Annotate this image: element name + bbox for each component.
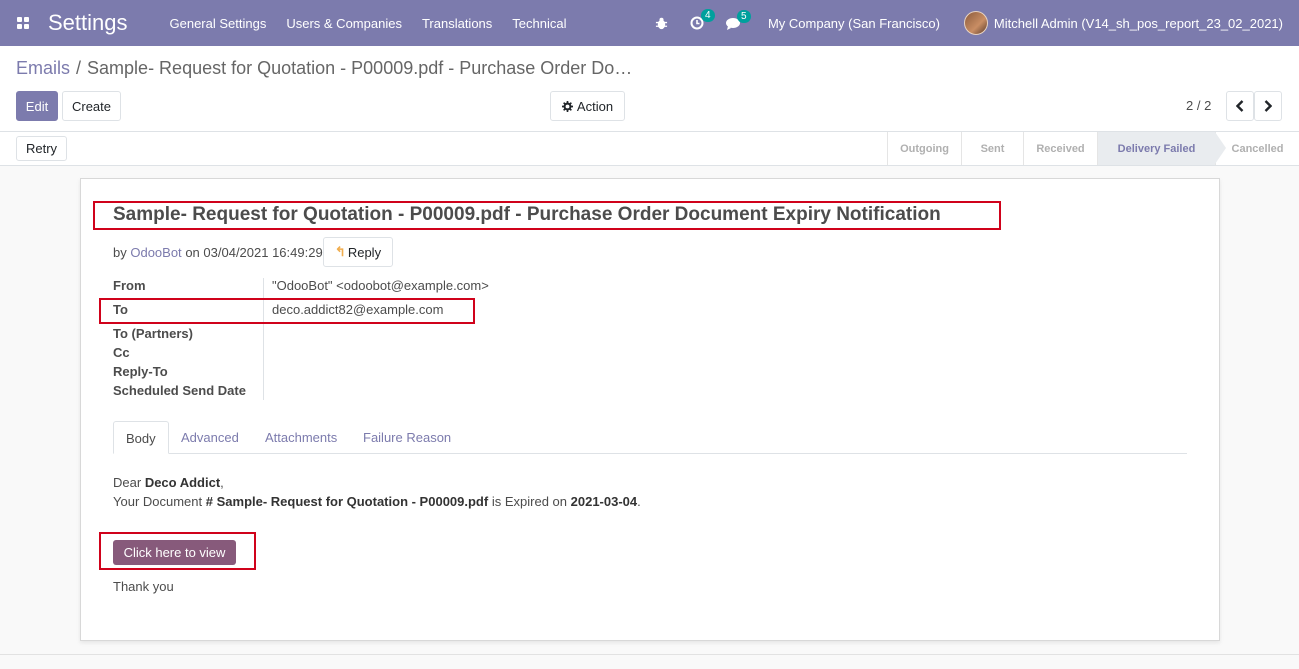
status-stages: Outgoing Sent Received Delivery Failed C… bbox=[887, 132, 1299, 165]
breadcrumb-current: Sample- Request for Quotation - P00009.p… bbox=[87, 58, 633, 78]
click-here-to-view-button[interactable]: Click here to view bbox=[113, 540, 236, 565]
reply-button[interactable]: ↰ Reply bbox=[323, 237, 393, 267]
activity-count-badge: 4 bbox=[700, 9, 715, 22]
top-navbar: Settings General Settings Users & Compan… bbox=[0, 0, 1299, 46]
app-title[interactable]: Settings bbox=[48, 10, 128, 36]
stage-sent[interactable]: Sent bbox=[961, 132, 1023, 165]
reply-label: Reply bbox=[347, 244, 382, 260]
activity-icon[interactable]: 4 bbox=[690, 9, 715, 30]
message-count-badge: 5 bbox=[736, 9, 751, 23]
breadcrumb: Emails / Sample- Request for Quotation - P… bbox=[16, 58, 632, 79]
line-prefix: Your Document bbox=[113, 494, 203, 509]
mail-date: 03/04/2021 16:49:29 bbox=[203, 245, 323, 260]
cc-label: Cc bbox=[113, 345, 130, 360]
pager-previous-button[interactable] bbox=[1226, 91, 1254, 121]
from-label: From bbox=[113, 278, 146, 293]
messages-icon[interactable]: 5 bbox=[725, 9, 751, 30]
chevron-left-icon bbox=[1236, 100, 1244, 112]
tab-body[interactable]: Body bbox=[113, 421, 169, 454]
expired-text: is Expired on bbox=[491, 494, 567, 509]
greeting-comma: , bbox=[220, 475, 224, 490]
mail-form-sheet: Sample- Request for Quotation - P00009.p… bbox=[80, 178, 1220, 641]
byline-prefix: by bbox=[113, 245, 127, 260]
stage-received[interactable]: Received bbox=[1023, 132, 1097, 165]
reply-icon: ↰ bbox=[334, 244, 346, 259]
action-label: Action bbox=[576, 98, 614, 114]
gear-icon bbox=[561, 100, 573, 112]
mail-body: Dear Deco Addict, Your Document # Sample… bbox=[113, 473, 641, 511]
stage-outgoing[interactable]: Outgoing bbox=[887, 132, 961, 165]
scheduled-send-date-label: Scheduled Send Date bbox=[113, 383, 246, 398]
menu-users-companies[interactable]: Users & Companies bbox=[286, 16, 402, 31]
stage-cancelled[interactable]: Cancelled bbox=[1215, 132, 1299, 165]
thank-you-text: Thank you bbox=[113, 579, 174, 594]
author-link[interactable]: OdooBot bbox=[130, 245, 181, 260]
pager-next-button[interactable] bbox=[1254, 91, 1282, 121]
bottom-divider bbox=[0, 654, 1299, 655]
user-menu[interactable]: Mitchell Admin (V14_sh_pos_report_23_02_… bbox=[994, 16, 1283, 31]
from-value[interactable]: "OdooBot" <odoobot@example.com> bbox=[272, 278, 489, 293]
expiry-date: 2021-03-04 bbox=[570, 494, 638, 509]
breadcrumb-separator: / bbox=[76, 58, 82, 78]
date-prefix: on bbox=[185, 245, 200, 260]
field-divider bbox=[263, 278, 264, 400]
menu-general-settings[interactable]: General Settings bbox=[170, 16, 267, 31]
avatar[interactable] bbox=[963, 11, 988, 35]
greeting: Dear bbox=[113, 475, 142, 490]
expiry-line: Your Document # Sample- Request for Quot… bbox=[113, 492, 641, 511]
mail-subject: Sample- Request for Quotation - P00009.p… bbox=[113, 204, 941, 225]
menu-translations[interactable]: Translations bbox=[422, 16, 492, 31]
document-name: # Sample- Request for Quotation - P00009… bbox=[205, 494, 489, 509]
create-button[interactable]: Create bbox=[62, 91, 121, 121]
apps-icon[interactable] bbox=[0, 0, 46, 46]
status-bar: Retry Outgoing Sent Received Delivery Fa… bbox=[0, 132, 1299, 166]
greeting-line: Dear Deco Addict, bbox=[113, 473, 641, 492]
to-value[interactable]: deco.addict82@example.com bbox=[272, 302, 443, 317]
to-label: To bbox=[113, 302, 128, 317]
tab-attachments[interactable]: Attachments bbox=[253, 421, 349, 454]
bug-icon[interactable] bbox=[655, 17, 668, 30]
company-switcher[interactable]: My Company (San Francisco) bbox=[768, 16, 940, 31]
edit-button[interactable]: Edit bbox=[16, 91, 58, 121]
reply-to-label: Reply-To bbox=[113, 364, 168, 379]
retry-button[interactable]: Retry bbox=[16, 136, 67, 161]
mail-tabs: Body Advanced Attachments Failure Reason bbox=[113, 421, 1187, 454]
tab-failure-reason[interactable]: Failure Reason bbox=[351, 421, 463, 454]
tab-advanced[interactable]: Advanced bbox=[169, 421, 251, 454]
menu-technical[interactable]: Technical bbox=[512, 16, 566, 31]
to-partners-label: To (Partners) bbox=[113, 326, 193, 341]
pager-value[interactable]: 2 / 2 bbox=[1186, 98, 1211, 113]
action-button[interactable]: Action bbox=[550, 91, 625, 121]
control-panel: Emails / Sample- Request for Quotation - P… bbox=[0, 46, 1299, 132]
expiry-period: . bbox=[637, 494, 641, 509]
chevron-right-icon bbox=[1264, 100, 1272, 112]
breadcrumb-emails[interactable]: Emails bbox=[16, 58, 70, 78]
customer-name: Deco Addict bbox=[144, 475, 221, 490]
byline: by OdooBot on 03/04/2021 16:49:29 bbox=[113, 245, 323, 260]
stage-delivery-failed[interactable]: Delivery Failed bbox=[1097, 132, 1226, 165]
